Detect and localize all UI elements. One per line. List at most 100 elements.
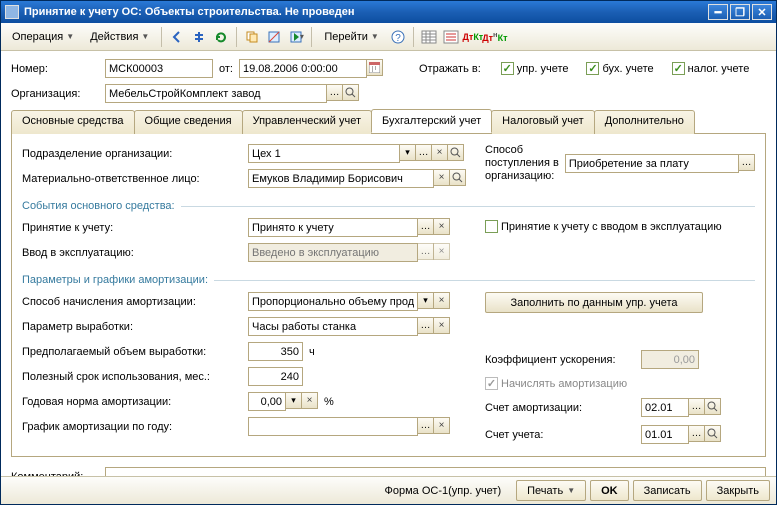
schet-ucheta-select-button[interactable] xyxy=(688,425,705,442)
main-toolbar: Операция▼ Действия▼ ▾ Перейти▼ ? ДтКт Дт… xyxy=(1,23,776,51)
podr-dd-button[interactable] xyxy=(399,144,416,161)
podr-clear-button[interactable] xyxy=(431,144,448,161)
help-icon[interactable]: ? xyxy=(388,27,408,47)
prin-clear-button[interactable] xyxy=(433,218,450,235)
print-button[interactable]: Печать▼ xyxy=(516,480,586,501)
tab-buh[interactable]: Бухгалтерский учет xyxy=(371,109,492,133)
srok-label: Полезный срок использования, мес.: xyxy=(22,371,242,383)
tab-nal[interactable]: Налоговый учет xyxy=(491,110,595,134)
org-label: Организация: xyxy=(11,88,99,100)
norma-dd-button[interactable] xyxy=(285,392,302,409)
volume-label: Предполагаемый объем выработки: xyxy=(22,346,242,358)
norma-field[interactable] xyxy=(248,392,286,411)
chk-nal-uchet[interactable]: ✓налог. учете xyxy=(672,62,750,75)
prin-label: Принятие к учету: xyxy=(22,222,242,234)
tab-extra[interactable]: Дополнительно xyxy=(594,110,695,134)
save-button[interactable]: Записать xyxy=(633,480,702,501)
grafik-field[interactable] xyxy=(248,417,418,436)
ok-button[interactable]: OK xyxy=(590,480,629,501)
section-params: Параметры и графики амортизации: xyxy=(22,274,755,286)
dtkt2-icon[interactable]: ДтнКт xyxy=(485,27,505,47)
dtkt-icon[interactable]: ДтКт xyxy=(463,27,483,47)
grafik-clear-button[interactable] xyxy=(433,417,450,434)
koef-field xyxy=(641,350,699,369)
norma-label: Годовая норма амортизации: xyxy=(22,396,242,408)
nav-pick-icon[interactable] xyxy=(189,27,209,47)
org-open-button[interactable] xyxy=(342,84,359,101)
svg-text:?: ? xyxy=(395,33,401,44)
param-label: Параметр выработки: xyxy=(22,321,242,333)
window-maximize-button[interactable]: ❐ xyxy=(730,4,750,20)
chk-amort: ✓Начислять амортизацию xyxy=(485,377,755,390)
podr-open-button[interactable] xyxy=(447,144,464,161)
calendar-button[interactable] xyxy=(366,59,383,76)
prin-select-button[interactable] xyxy=(417,218,434,235)
param-field[interactable] xyxy=(248,317,418,336)
window-titlebar: Принятие к учету ОС: Объекты строительст… xyxy=(1,1,776,23)
vvod-select-button xyxy=(417,243,434,260)
schet-amort-field[interactable] xyxy=(641,398,689,417)
sposob-label: Способ начисления амортизации: xyxy=(22,296,242,308)
podr-select-button[interactable] xyxy=(415,144,432,161)
operation-menu[interactable]: Операция▼ xyxy=(5,27,81,47)
post-label: Способ поступления в организацию: xyxy=(485,144,559,183)
close-button[interactable]: Закрыть xyxy=(706,480,770,501)
fill-from-upr-button[interactable]: Заполнить по данным упр. учета xyxy=(485,292,703,313)
tab-upr[interactable]: Управленческий учет xyxy=(242,110,372,134)
podr-field[interactable] xyxy=(248,144,400,163)
forma-button[interactable]: Форма ОС-1(упр. учет) xyxy=(373,480,512,501)
window-minimize-button[interactable]: ━ xyxy=(708,4,728,20)
schet-ucheta-open-button[interactable] xyxy=(704,425,721,442)
schet-ucheta-field[interactable] xyxy=(641,425,689,444)
grafik-label: График амортизации по году: xyxy=(22,421,242,433)
org-field[interactable] xyxy=(105,84,327,103)
prin-field[interactable] xyxy=(248,218,418,237)
param-clear-button[interactable] xyxy=(433,317,450,334)
norma-unit: % xyxy=(324,396,334,408)
window-close-button[interactable]: ✕ xyxy=(752,4,772,20)
volume-field[interactable] xyxy=(248,342,303,361)
post-select-button[interactable] xyxy=(738,154,755,171)
chk-commission[interactable]: Принятие к учету с вводом в эксплуатацию xyxy=(485,220,755,233)
koef-label: Коэффициент ускорения: xyxy=(485,354,635,366)
schet-amort-select-button[interactable] xyxy=(688,398,705,415)
tab-panel: Подразделение организации: Материально-о… xyxy=(11,134,766,457)
tab-general[interactable]: Общие сведения xyxy=(134,110,243,134)
actions-menu[interactable]: Действия▼ xyxy=(83,27,156,47)
goto-menu[interactable]: Перейти▼ xyxy=(317,27,386,47)
nav-back-icon[interactable] xyxy=(167,27,187,47)
post-icon[interactable] xyxy=(264,27,284,47)
schet-amort-open-button[interactable] xyxy=(704,398,721,415)
content-area: Номер: от: Отражать в: ✓упр. учете ✓бух.… xyxy=(1,51,776,496)
reflect-label: Отражать в: xyxy=(419,63,481,75)
org-select-button[interactable] xyxy=(326,84,343,101)
volume-unit: ч xyxy=(309,346,315,358)
number-field[interactable] xyxy=(105,59,213,78)
postrun-icon[interactable]: ▾ xyxy=(286,27,306,47)
chk-buh-uchet[interactable]: ✓бух. учете xyxy=(586,62,653,75)
schet-ucheta-label: Счет учета: xyxy=(485,429,635,441)
date-field[interactable] xyxy=(239,59,367,78)
vvod-label: Ввод в эксплуатацию: xyxy=(22,247,242,259)
mol-field[interactable] xyxy=(248,169,434,188)
sposob-clear-button[interactable] xyxy=(433,292,450,309)
sposob-field[interactable] xyxy=(248,292,418,311)
grafik-select-button[interactable] xyxy=(417,417,434,434)
copy-icon[interactable] xyxy=(242,27,262,47)
schet-amort-label: Счет амортизации: xyxy=(485,402,635,414)
refresh-icon[interactable] xyxy=(211,27,231,47)
mol-clear-button[interactable] xyxy=(433,169,450,186)
norma-clear-button[interactable] xyxy=(301,392,318,409)
mol-label: Материально-ответственное лицо: xyxy=(22,173,242,185)
chk-upr-uchet[interactable]: ✓упр. учете xyxy=(501,62,569,75)
list2-icon[interactable] xyxy=(441,27,461,47)
post-field[interactable] xyxy=(565,154,739,173)
list-icon[interactable] xyxy=(419,27,439,47)
sposob-dd-button[interactable] xyxy=(417,292,434,309)
param-select-button[interactable] xyxy=(417,317,434,334)
mol-open-button[interactable] xyxy=(449,169,466,186)
tab-os[interactable]: Основные средства xyxy=(11,110,135,134)
vvod-clear-button xyxy=(433,243,450,260)
srok-field[interactable] xyxy=(248,367,303,386)
bottom-bar: Форма ОС-1(упр. учет) Печать▼ OK Записат… xyxy=(1,476,776,504)
